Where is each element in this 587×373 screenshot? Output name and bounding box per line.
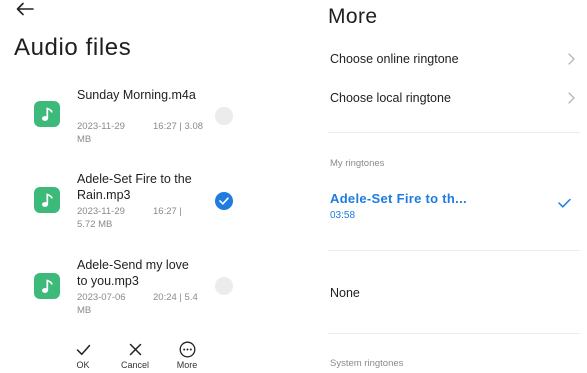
bottom-action-bar: OK Cancel More xyxy=(58,340,218,373)
row-label: None xyxy=(330,286,360,300)
divider xyxy=(328,333,580,334)
cancel-button[interactable]: Cancel xyxy=(117,340,153,370)
ringtone-picker-screen: Audio files Sunday Morning.m4a 2023-11-2… xyxy=(0,0,587,373)
audio-file-icon xyxy=(34,101,60,127)
file-size: MB xyxy=(77,304,92,316)
ok-button[interactable]: OK xyxy=(65,340,101,370)
checkmark-icon xyxy=(558,198,571,208)
divider xyxy=(328,132,580,133)
chevron-right-icon xyxy=(568,92,575,104)
audio-file-icon xyxy=(34,273,60,299)
select-radio[interactable] xyxy=(215,107,233,125)
back-button[interactable] xyxy=(12,0,38,18)
file-name: Sunday Morning.m4a xyxy=(77,88,196,102)
file-time: 16:27 | 3.08 xyxy=(153,121,204,132)
divider xyxy=(328,250,580,251)
file-name: Adele-Set Fire to the Rain.mp3 xyxy=(77,172,192,202)
select-radio-checked[interactable] xyxy=(215,192,233,210)
file-size: MB xyxy=(77,133,92,145)
file-date: 2023-11-29 xyxy=(77,206,125,217)
close-icon xyxy=(129,343,141,356)
more-panel: More Choose online ringtone Choose local… xyxy=(305,0,587,373)
file-item-set-fire[interactable]: Adele-Set Fire to the Rain.mp3 2023-11-2… xyxy=(34,171,294,231)
checkmark-icon xyxy=(219,197,229,205)
choose-online-ringtone-row[interactable]: Choose online ringtone xyxy=(330,52,575,66)
chevron-right-icon xyxy=(568,53,575,65)
music-note-icon xyxy=(42,278,53,293)
music-note-icon xyxy=(42,106,53,121)
audio-file-icon xyxy=(34,187,60,213)
choose-local-ringtone-row[interactable]: Choose local ringtone xyxy=(330,91,575,105)
none-ringtone-row[interactable]: None xyxy=(330,286,575,300)
more-button[interactable]: More xyxy=(169,340,205,370)
ringtone-duration: 03:58 xyxy=(330,210,356,221)
row-label: Choose local ringtone xyxy=(330,91,451,105)
system-ringtones-header: System ringtones xyxy=(330,358,404,369)
selected-ringtone-row[interactable]: Adele-Set Fire to th... 03:58 xyxy=(330,191,575,221)
page-title: Audio files xyxy=(14,34,132,61)
my-ringtones-header: My ringtones xyxy=(330,158,385,169)
file-size: 5.72 MB xyxy=(77,218,113,230)
file-date: 2023-11-29 xyxy=(77,121,125,132)
file-date: 2023-07-06 xyxy=(77,292,126,303)
file-time: 16:27 | xyxy=(153,206,182,217)
file-item-send-my-love[interactable]: Adele-Send my love to you.mp3 2023-07-06… xyxy=(34,257,294,317)
ringtone-name: Adele-Set Fire to th... xyxy=(330,191,467,206)
file-name: Adele-Send my love to you.mp3 xyxy=(77,258,189,288)
music-note-icon xyxy=(42,192,53,207)
arrow-left-icon xyxy=(16,2,34,16)
file-time: 20:24 | 5.4 xyxy=(153,292,198,303)
audio-files-panel: Audio files Sunday Morning.m4a 2023-11-2… xyxy=(0,0,305,373)
row-label: Choose online ringtone xyxy=(330,52,459,66)
select-radio[interactable] xyxy=(215,277,233,295)
more-circle-icon xyxy=(179,341,195,358)
more-title: More xyxy=(328,5,378,28)
file-item-sunday-morning[interactable]: Sunday Morning.m4a 2023-11-29 16:27 | 3.… xyxy=(34,87,294,147)
checkmark-icon xyxy=(76,344,90,355)
